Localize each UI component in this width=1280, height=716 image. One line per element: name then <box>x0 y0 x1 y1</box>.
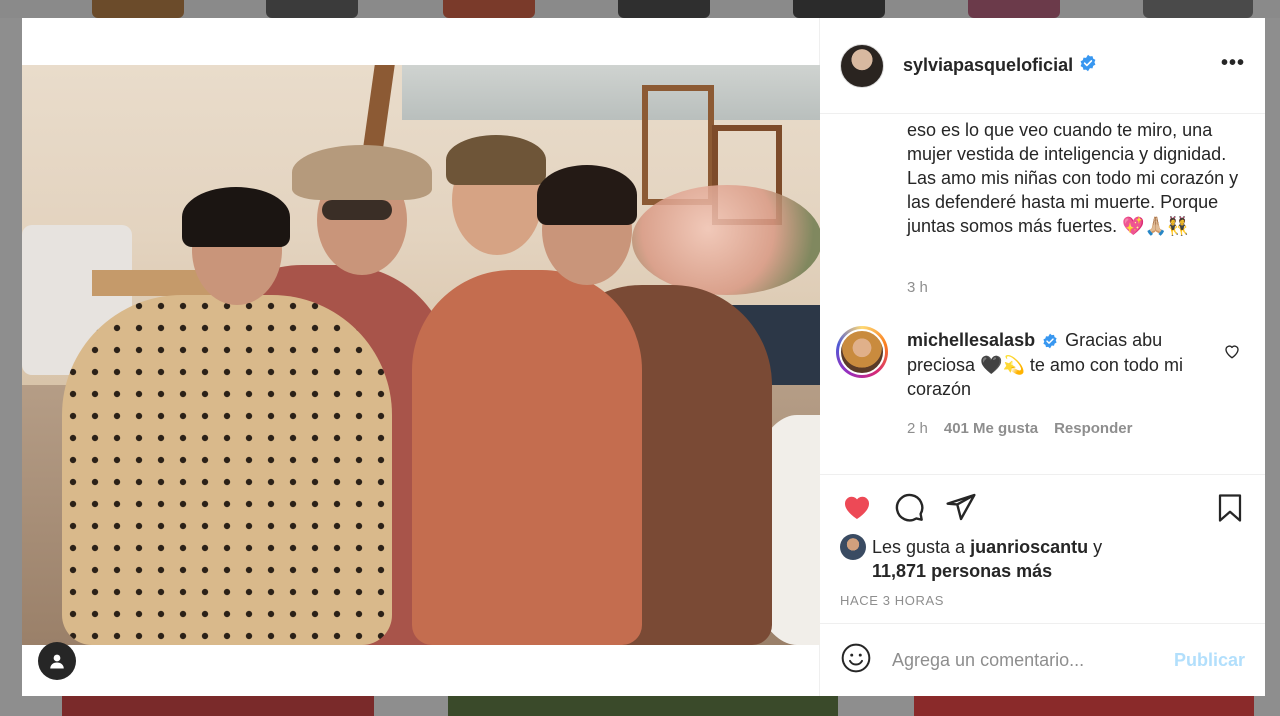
liker-username[interactable]: juanrioscantu <box>970 537 1088 557</box>
post-photo[interactable] <box>22 65 820 645</box>
post-sidebar: sylviapasqueloficial ••• eso es lo que v… <box>820 18 1265 696</box>
reply-username[interactable]: michellesalasb <box>907 330 1035 350</box>
post-media <box>22 18 820 696</box>
like-comment-heart-icon[interactable] <box>1223 342 1241 365</box>
reply-meta: 2 h 401 Me gusta Responder <box>907 420 1132 437</box>
comment-composer: Publicar <box>820 623 1265 696</box>
likes-conj: y <box>1093 537 1103 557</box>
likes-count[interactable]: 11,871 personas más <box>872 561 1052 581</box>
background-feed <box>0 0 1280 18</box>
like-heart-icon[interactable] <box>840 491 874 528</box>
verified-badge-icon <box>1042 329 1058 353</box>
comments-list[interactable]: eso es lo que veo cuando te miro, una mu… <box>820 114 1265 474</box>
reply-comment: michellesalasb Gracias abu preciosa 🖤💫 t… <box>907 328 1212 401</box>
emoji-icon[interactable] <box>840 642 872 679</box>
likes-prefix: Les gusta a <box>872 537 966 557</box>
publish-button[interactable]: Publicar <box>1174 650 1245 671</box>
post-actions: Les gusta a juanrioscantu y 11,871 perso… <box>820 474 1265 624</box>
caption-timestamp[interactable]: 3 h <box>907 279 928 296</box>
background-tile <box>62 696 374 716</box>
post-modal: sylviapasqueloficial ••• eso es lo que v… <box>22 18 1265 696</box>
save-bookmark-icon[interactable] <box>1215 491 1245 530</box>
post-age[interactable]: HACE 3 HORAS <box>840 593 944 608</box>
likes-summary: Les gusta a juanrioscantu y 11,871 perso… <box>840 534 1103 583</box>
background-tile <box>448 696 838 716</box>
owner-username[interactable]: sylviapasqueloficial <box>903 55 1073 76</box>
comment-input[interactable] <box>892 649 1157 671</box>
tagged-users-icon[interactable] <box>38 642 76 680</box>
reply-likes[interactable]: 401 Me gusta <box>944 420 1038 437</box>
reply-avatar[interactable] <box>836 326 888 378</box>
share-icon[interactable] <box>944 491 978 528</box>
post-header: sylviapasqueloficial ••• <box>820 18 1265 114</box>
comment-icon[interactable] <box>892 491 926 528</box>
verified-badge-icon <box>1079 54 1097 77</box>
background-tile <box>914 696 1254 716</box>
liker-avatar[interactable] <box>840 534 866 560</box>
post-caption: eso es lo que veo cuando te miro, una mu… <box>907 120 1239 236</box>
reply-button[interactable]: Responder <box>1054 420 1132 437</box>
owner-avatar[interactable] <box>840 43 884 88</box>
more-options-icon[interactable]: ••• <box>1221 52 1245 75</box>
reply-timestamp[interactable]: 2 h <box>907 420 928 437</box>
